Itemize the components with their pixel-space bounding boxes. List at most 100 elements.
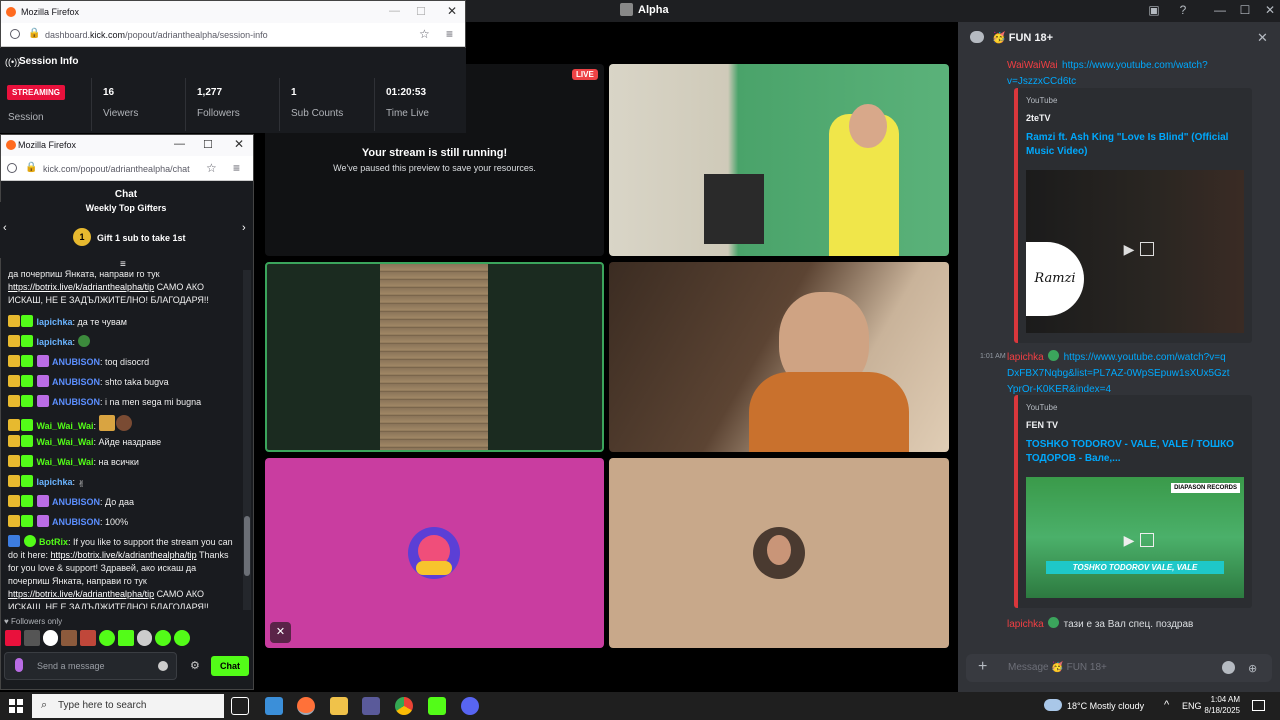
message-2: lapichka https://www.youtube.com/watch?v… [1007, 349, 1232, 397]
file-explorer-icon[interactable] [330, 697, 348, 715]
address-bar[interactable]: 🔒 dashboard.kick.com/popout/adrianthealp… [1, 23, 465, 47]
discord-taskbar-icon[interactable] [461, 697, 479, 715]
chat-username[interactable]: ANUBISON [52, 517, 100, 527]
chat-username[interactable]: Wai_Wai_Wai [37, 421, 94, 431]
notification-icon[interactable] [1252, 700, 1265, 711]
emote-icon[interactable] [136, 630, 153, 646]
menu-icon[interactable]: ≡ [233, 161, 240, 175]
emote-icon[interactable] [80, 630, 96, 646]
maximize-button[interactable]: ☐ [1235, 3, 1255, 17]
emote-icon[interactable] [5, 630, 21, 646]
minimize-button[interactable]: — [1210, 3, 1230, 17]
camera-tile-3[interactable] [609, 262, 949, 452]
tray-chevron-icon[interactable]: ^ [1164, 699, 1169, 711]
bookmark-star-icon[interactable]: ☆ [206, 161, 217, 175]
emote-icon[interactable] [117, 630, 134, 646]
chat-username[interactable]: ANUBISON [52, 377, 100, 387]
avatar-tile-2[interactable] [609, 458, 949, 648]
minimize-button[interactable]: — [174, 138, 185, 150]
close-panel-icon[interactable]: ✕ [1257, 30, 1268, 46]
inbox-icon[interactable]: ▣ [1144, 3, 1164, 17]
maximize-button[interactable]: ☐ [203, 138, 213, 151]
emote-icon[interactable] [61, 630, 78, 646]
chat-link[interactable]: https://botrix.live/k/adrianthealpha/tip [8, 589, 154, 599]
chat-username[interactable]: ANUBISON [52, 397, 100, 407]
address-bar[interactable]: 🔒 kick.com/popout/adrianthealpha/chat ☆ … [1, 156, 253, 181]
url-text: kick.com/popout/adrianthealpha/chat [43, 164, 190, 174]
chrome-icon[interactable] [395, 697, 413, 715]
chat-username[interactable]: Wai_Wai_Wai [37, 437, 94, 447]
gifters-text[interactable]: Gift 1 sub to take 1st [97, 233, 186, 243]
close-button[interactable]: ✕ [234, 137, 244, 151]
play-icon[interactable]: ▶ [1116, 527, 1142, 553]
emote-icon[interactable] [42, 630, 59, 646]
scrollbar-thumb[interactable] [244, 516, 250, 576]
clock-date[interactable]: 8/18/2025 [1196, 706, 1240, 715]
emote-icon[interactable] [23, 630, 40, 646]
embed-thumbnail[interactable]: Ramzi ▶ [1026, 170, 1244, 333]
maximize-button[interactable]: ☐ [416, 5, 426, 18]
add-attachment-icon[interactable]: + [978, 658, 987, 676]
role-badge-icon [1048, 350, 1060, 361]
camera-tile-1[interactable] [609, 64, 949, 256]
clock-time[interactable]: 1:04 AM [1208, 695, 1240, 704]
activities-icon[interactable]: ⊕ [1248, 662, 1257, 675]
bot-message: BotRix: If you like to support the strea… [8, 535, 233, 609]
emote-icon[interactable] [98, 630, 115, 646]
minimize-button[interactable]: — [389, 5, 400, 17]
task-view-icon[interactable] [231, 697, 249, 715]
session-heading: Session Info [19, 56, 79, 67]
app-icon[interactable] [265, 697, 283, 715]
emoji-icon[interactable] [1222, 661, 1235, 674]
embed-provider[interactable]: YouTube [1026, 403, 1057, 412]
chat-username[interactable]: ANUBISON [52, 357, 100, 367]
play-icon[interactable]: ▶ [1116, 236, 1142, 262]
help-icon[interactable]: ? [1173, 3, 1193, 17]
microphone-icon[interactable] [15, 658, 23, 672]
chat-username[interactable]: BotRix [39, 537, 68, 547]
message-author[interactable]: lapichka [1007, 619, 1044, 630]
close-button[interactable]: ✕ [1260, 3, 1280, 17]
chat-scrollbar[interactable] [243, 270, 251, 610]
chat-username[interactable]: ANUBISON [52, 497, 100, 507]
send-chat-button[interactable]: Chat [211, 656, 249, 676]
bookmark-star-icon[interactable]: ☆ [419, 27, 430, 41]
emoji-icon[interactable] [158, 661, 168, 671]
menu-icon[interactable]: ≡ [446, 27, 453, 41]
message-author[interactable]: WaiWaiWai [1007, 60, 1058, 71]
taskbar-search[interactable]: ⌕ Type here to search [32, 694, 224, 718]
kick-app-icon[interactable] [428, 697, 446, 715]
embed-title[interactable]: TOSHKO TODOROV - VALE, VALE / ТОШКО ТОДО… [1026, 438, 1246, 466]
embed-author[interactable]: FEN TV [1026, 420, 1058, 430]
weather-text[interactable]: 18°C Mostly cloudy [1067, 701, 1144, 711]
firefox-taskbar-icon[interactable] [297, 697, 315, 715]
chat-username[interactable]: lapichka [37, 477, 73, 487]
open-external-icon[interactable] [1140, 533, 1154, 547]
participant-figure [749, 372, 909, 452]
message-author[interactable]: lapichka [1007, 352, 1044, 363]
chat-link[interactable]: https://botrix.live/k/adrianthealpha/tip [8, 282, 154, 292]
embed-title[interactable]: Ramzi ft. Ash King "Love Is Blind" (Offi… [1026, 131, 1241, 159]
shield-icon[interactable] [7, 163, 17, 173]
chat-message-input[interactable]: Send a message [4, 652, 177, 680]
chat-username[interactable]: lapichka [37, 317, 73, 327]
emote-icon[interactable] [155, 630, 172, 646]
embed-thumbnail[interactable]: DIAPASON RECORDS TOSHKO TODOROV VALE, VA… [1026, 477, 1244, 598]
chevron-right-icon[interactable]: › [242, 222, 246, 234]
windows-start-icon[interactable] [9, 699, 23, 713]
chat-username[interactable]: Wai_Wai_Wai [37, 457, 94, 467]
camera-tile-2-speaking[interactable] [265, 262, 604, 452]
settings-gear-icon[interactable]: ⚙ [190, 659, 200, 672]
window-title: Mozilla Firefox [18, 140, 77, 150]
shield-icon[interactable] [10, 29, 20, 39]
close-button[interactable]: ✕ [447, 4, 457, 18]
avatar-tile-1[interactable] [265, 458, 604, 648]
media-player-icon[interactable] [362, 697, 380, 715]
emote-icon[interactable] [174, 630, 190, 646]
embed-author[interactable]: 2teTV [1026, 113, 1051, 123]
embed-provider[interactable]: YouTube [1026, 96, 1057, 105]
open-external-icon[interactable] [1140, 242, 1154, 256]
chevron-left-icon[interactable]: ‹ [3, 222, 7, 234]
chat-link[interactable]: https://botrix.live/k/adrianthealpha/tip [51, 550, 197, 560]
chat-username[interactable]: lapichka [37, 337, 73, 347]
